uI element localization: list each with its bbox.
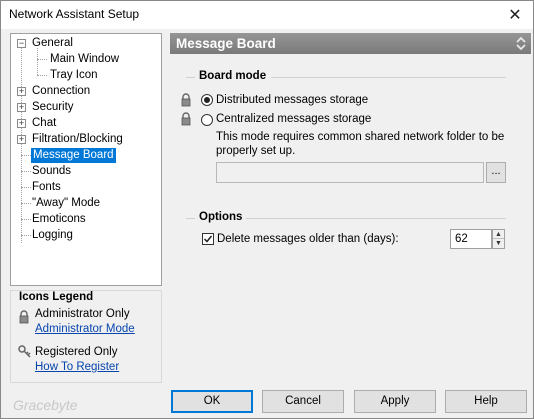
days-stepper[interactable]: ▲ ▼: [492, 229, 505, 249]
tree-connector: [37, 59, 47, 60]
expand-collapse-icon[interactable]: [515, 35, 527, 52]
legend-registered-label: Registered Only: [35, 346, 118, 358]
tree-connector: [21, 203, 31, 204]
section-divider: [271, 77, 506, 78]
panel-title: Message Board: [176, 36, 276, 51]
decrement-icon[interactable]: ▼: [493, 239, 504, 248]
collapse-icon[interactable]: −: [17, 39, 26, 48]
key-icon: [18, 345, 31, 358]
tree-item-connection[interactable]: Connection: [32, 84, 90, 99]
how-to-register-link[interactable]: How To Register: [35, 361, 119, 373]
tree-connector: [37, 75, 47, 76]
help-button[interactable]: Help: [445, 390, 527, 413]
window-title: Network Assistant Setup: [9, 7, 140, 21]
centralized-note-line2: properly set up.: [216, 145, 296, 157]
distributed-storage-radio[interactable]: [201, 94, 213, 106]
tree-item-message-board[interactable]: Message Board: [31, 148, 116, 163]
browse-folder-button[interactable]: ...: [486, 162, 506, 183]
settings-tree[interactable]: − General Main Window Tray Icon + Connec…: [10, 33, 162, 286]
tree-connector: [21, 171, 31, 172]
section-divider: [246, 218, 506, 219]
tree-connector: [21, 155, 31, 156]
tree-item-security[interactable]: Security: [32, 100, 74, 115]
centralized-note-line1: This mode requires common shared network…: [216, 131, 505, 143]
apply-button[interactable]: Apply: [354, 390, 436, 413]
board-mode-heading: Board mode: [199, 70, 267, 82]
panel-header: Message Board: [170, 33, 531, 54]
tree-item-tray-icon[interactable]: Tray Icon: [50, 68, 98, 83]
lock-icon: [181, 112, 191, 126]
tree-item-logging[interactable]: Logging: [32, 228, 73, 243]
options-heading: Options: [199, 211, 243, 223]
tree-item-filtration-blocking[interactable]: Filtration/Blocking: [32, 132, 123, 147]
administrator-mode-link[interactable]: Administrator Mode: [35, 323, 135, 335]
tree-connector: [21, 47, 22, 243]
days-input[interactable]: 62: [450, 229, 492, 249]
legend-title: Icons Legend: [19, 291, 94, 303]
section-divider: [186, 218, 195, 219]
centralized-storage-label[interactable]: Centralized messages storage: [216, 113, 371, 125]
tree-item-chat[interactable]: Chat: [32, 116, 56, 131]
expand-icon[interactable]: +: [17, 119, 26, 128]
cancel-button[interactable]: Cancel: [262, 390, 344, 413]
delete-old-messages-label[interactable]: Delete messages older than (days):: [217, 233, 399, 245]
lock-icon: [19, 310, 29, 324]
setup-window: Network Assistant Setup ✕ − General Main…: [0, 0, 534, 419]
expand-icon[interactable]: +: [17, 87, 26, 96]
title-bar: Network Assistant Setup ✕: [1, 1, 533, 29]
tree-item-emoticons[interactable]: Emoticons: [32, 212, 86, 227]
shared-folder-path-input[interactable]: [216, 162, 484, 183]
tree-item-sounds[interactable]: Sounds: [32, 164, 71, 179]
tree-item-fonts[interactable]: Fonts: [32, 180, 61, 195]
section-divider: [186, 77, 195, 78]
distributed-storage-label[interactable]: Distributed messages storage: [216, 94, 368, 106]
lock-icon: [181, 93, 191, 107]
ok-button[interactable]: OK: [171, 390, 253, 413]
tree-item-main-window[interactable]: Main Window: [50, 52, 119, 67]
tree-connector: [37, 48, 38, 75]
expand-icon[interactable]: +: [17, 135, 26, 144]
watermark: Gracebyte: [13, 397, 78, 413]
tree-item-away-mode[interactable]: "Away" Mode: [32, 196, 100, 211]
tree-connector: [21, 187, 31, 188]
tree-item-general[interactable]: General: [32, 36, 73, 51]
checkmark-icon: [203, 235, 213, 243]
legend-admin-label: Administrator Only: [35, 308, 130, 320]
delete-old-messages-checkbox[interactable]: [202, 233, 214, 245]
tree-connector: [21, 235, 31, 236]
icons-legend: Icons Legend Administrator Only Administ…: [10, 290, 162, 383]
increment-icon[interactable]: ▲: [493, 230, 504, 239]
centralized-storage-radio[interactable]: [201, 114, 213, 126]
tree-connector: [21, 219, 31, 220]
expand-icon[interactable]: +: [17, 103, 26, 112]
close-icon[interactable]: ✕: [497, 1, 533, 29]
